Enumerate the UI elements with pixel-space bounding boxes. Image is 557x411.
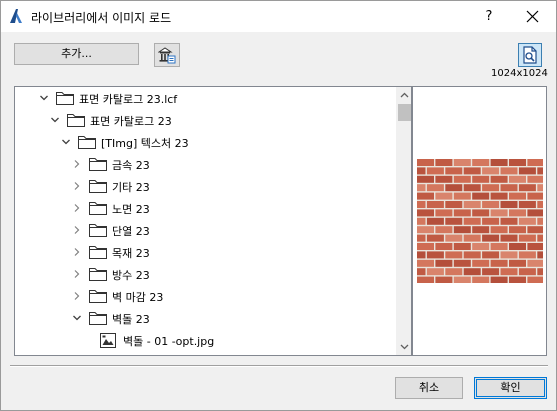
image-file-icon [99,354,117,355]
tree-folder-item[interactable]: 벽 마감 23 [15,285,396,307]
tree-item-label: 노면 23 [112,203,150,216]
close-icon [526,10,539,23]
tree-rows: 표면 카탈로그 23.lcf 표면 카탈로그 23 [TImg] 텍스처 23 금속 … [15,87,396,355]
scroll-up-arrow-icon [400,92,409,98]
library-icon [158,47,176,64]
chevron-down-icon[interactable] [72,313,82,323]
folder-icon [55,90,75,106]
tree-folder-item[interactable]: 목재 23 [15,241,396,263]
folder-icon [88,288,108,304]
add-button[interactable]: 추가... [14,43,139,65]
tree-folder-item[interactable]: 기타 23 [15,175,396,197]
tree-item-label: 방수 23 [112,269,150,282]
preview-icon [523,46,537,64]
tree-item-label: 목재 23 [112,247,150,260]
tree-folder-item[interactable]: 단열 23 [15,219,396,241]
chevron-right-icon[interactable] [72,203,82,213]
chevron-right-icon[interactable] [72,159,82,169]
tree-folder-item[interactable]: 방수 23 [15,263,396,285]
tree-item-label: 표면 카탈로그 23 [90,115,172,128]
tree-folder-item[interactable]: [TImg] 텍스처 23 [15,131,396,153]
dialog-window: 라이브러리에서 이미지 로드 ? 추가... 1024x1024 표면 카탈로그… [0,0,557,411]
tree-item-label: [TImg] 텍스처 23 [101,137,189,150]
image-preview-pane [412,86,547,356]
app-logo-icon [8,8,24,24]
tree-item-label: 단열 23 [112,225,150,238]
tree-item-label: 벽돌 23 [112,313,150,326]
tree-folder-item[interactable]: 표면 카탈로그 23.lcf [15,87,396,109]
tree-file-item[interactable]: 벽돌 - 01.jpg [15,351,396,355]
tree-folder-item[interactable]: 노면 23 [15,197,396,219]
tree-item-label: 금속 23 [112,159,150,172]
tree-item-label: 벽 마감 23 [112,291,164,304]
cancel-button[interactable]: 취소 [395,377,463,399]
scroll-up-button[interactable] [396,87,411,104]
folder-icon [88,178,108,194]
brick-texture-preview [413,159,546,284]
chevron-down-icon[interactable] [50,115,60,125]
chevron-right-icon[interactable] [72,269,82,279]
folder-icon [88,244,108,260]
help-button[interactable]: ? [469,1,509,32]
image-file-icon [99,332,117,349]
tree-folder-item[interactable]: 표면 카탈로그 23 [15,109,396,131]
tree-file-item[interactable]: 벽돌 - 01 -opt.jpg [15,329,396,351]
scroll-down-button[interactable] [396,338,411,355]
preview-toggle-button[interactable] [518,43,542,67]
library-tree-view[interactable]: 표면 카탈로그 23.lcf 표면 카탈로그 23 [TImg] 텍스처 23 금속 … [14,86,412,356]
tree-vertical-scrollbar[interactable] [396,87,411,355]
ok-button[interactable]: 확인 [474,377,547,399]
close-button[interactable] [510,1,556,32]
window-title: 라이브러리에서 이미지 로드 [31,11,172,25]
scroll-thumb[interactable] [398,104,411,121]
brick-texture-image [413,159,546,284]
tree-folder-item[interactable]: 금속 23 [15,153,396,175]
chevron-right-icon[interactable] [72,181,82,191]
scroll-down-arrow-icon [400,344,409,350]
chevron-down-icon[interactable] [61,137,71,147]
chevron-right-icon[interactable] [72,247,82,257]
chevron-right-icon[interactable] [72,291,82,301]
folder-icon [88,222,108,238]
tree-item-label: 표면 카탈로그 23.lcf [79,93,178,106]
tree-folder-item[interactable]: 벽돌 23 [15,307,396,329]
tree-item-label: 벽돌 - 01 -opt.jpg [123,335,215,348]
chevron-down-icon[interactable] [39,93,49,103]
library-button[interactable] [154,43,180,67]
image-resolution-label: 1024x1024 [491,68,548,79]
folder-icon [88,266,108,282]
folder-icon [88,310,108,326]
folder-icon [88,156,108,172]
folder-icon [77,134,97,150]
tree-item-label: 기타 23 [112,181,150,194]
folder-icon [88,200,108,216]
chevron-right-icon[interactable] [72,225,82,235]
folder-icon [66,112,86,128]
title-bar: 라이브러리에서 이미지 로드 ? [1,1,556,32]
